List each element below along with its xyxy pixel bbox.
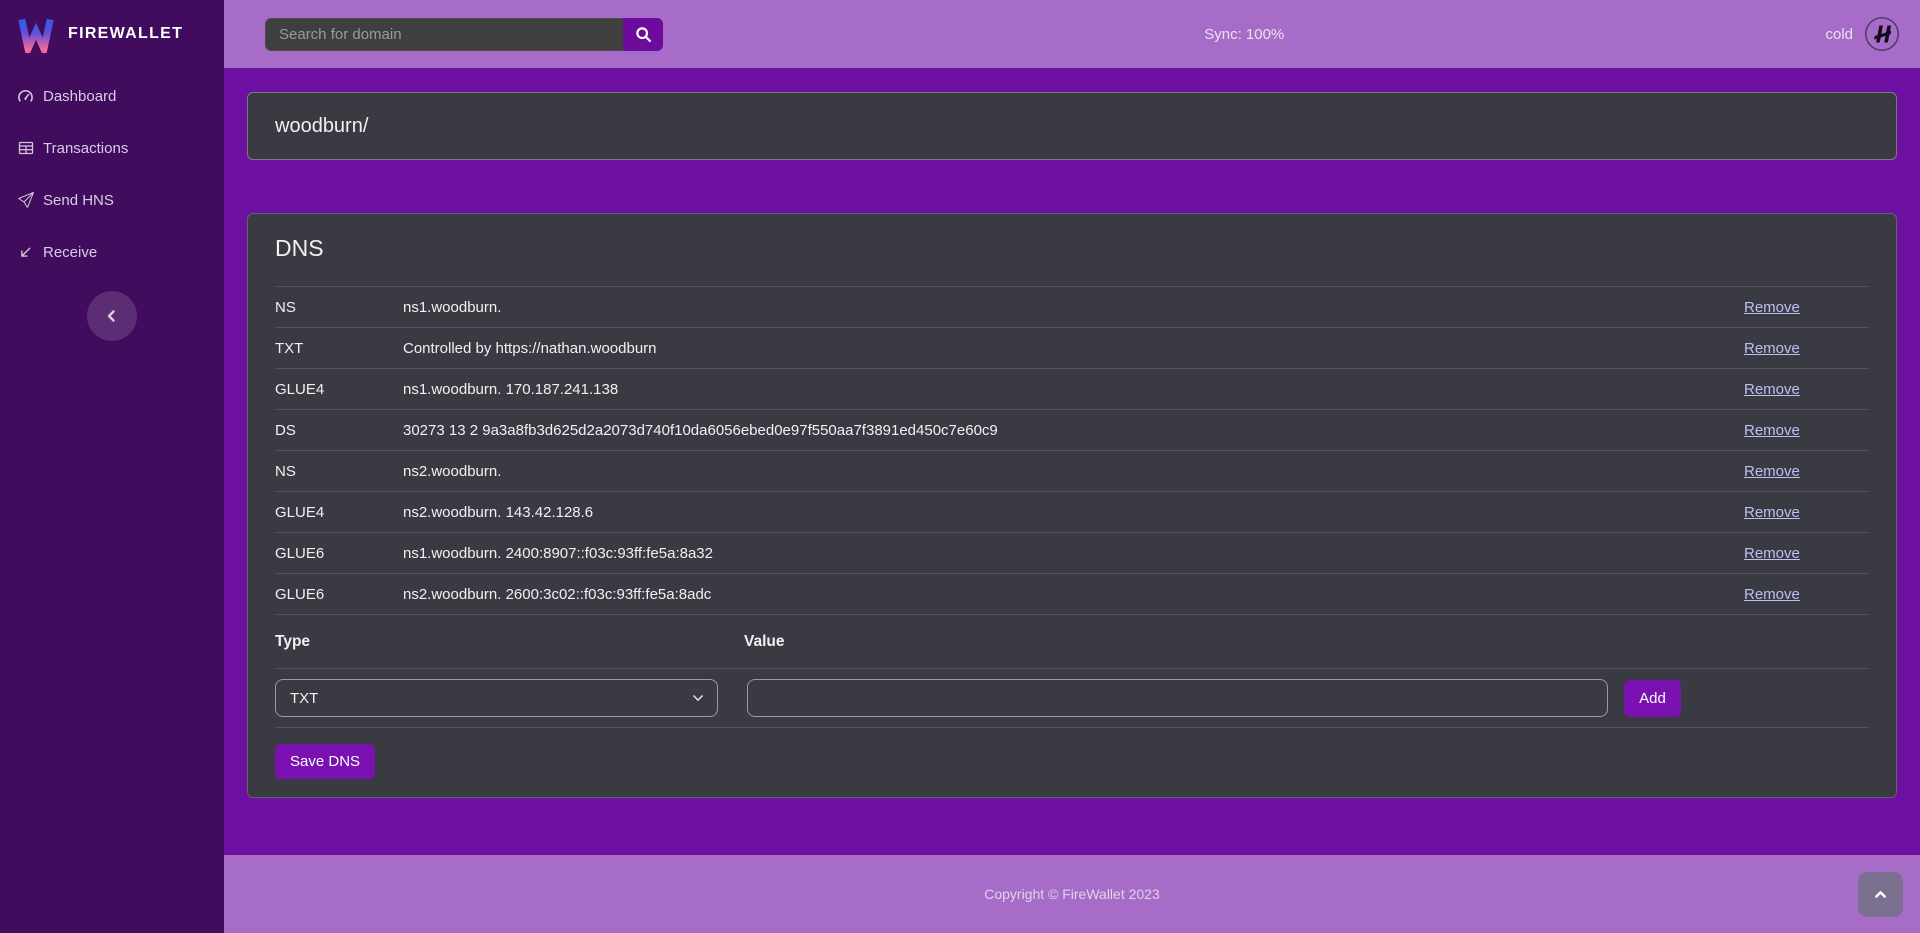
record-type: NS <box>275 299 403 316</box>
receive-icon <box>17 244 34 261</box>
record-type: GLUE4 <box>275 504 403 521</box>
dns-record-row: DS 30273 13 2 9a3a8fb3d625d2a2073d740f10… <box>275 410 1869 451</box>
dns-record-row: NS ns2.woodburn. Remove <box>275 451 1869 492</box>
main-content: woodburn/ DNS NS ns1.woodburn. Remove TX… <box>224 68 1920 855</box>
scroll-to-top-button[interactable] <box>1858 872 1903 917</box>
chevron-up-icon <box>1873 887 1888 902</box>
dns-records-table: NS ns1.woodburn. Remove TXT Controlled b… <box>275 286 1869 615</box>
search-input[interactable] <box>265 18 623 51</box>
remove-link[interactable]: Remove <box>1744 299 1800 316</box>
sidebar-item-transactions[interactable]: Transactions <box>0 122 224 174</box>
topbar: Sync: 100% cold <box>224 0 1920 68</box>
remove-link[interactable]: Remove <box>1744 422 1800 439</box>
dns-section-title: DNS <box>275 214 1869 286</box>
record-type-select[interactable]: TXT <box>275 679 718 717</box>
dns-record-row: GLUE4 ns1.woodburn. 170.187.241.138 Remo… <box>275 369 1869 410</box>
record-type: TXT <box>275 340 403 357</box>
content-column: Sync: 100% cold woodburn/ DNS <box>224 0 1920 933</box>
record-type: GLUE4 <box>275 381 403 398</box>
record-value-input[interactable] <box>747 679 1608 717</box>
send-icon <box>17 192 34 209</box>
sidebar-item-dashboard[interactable]: Dashboard <box>0 70 224 122</box>
record-value: ns2.woodburn. <box>403 463 1744 480</box>
sidebar-item-label: Dashboard <box>43 88 116 105</box>
record-value: ns1.woodburn. <box>403 299 1744 316</box>
search-icon <box>635 26 652 43</box>
add-record-button[interactable]: Add <box>1624 680 1681 717</box>
firewallet-logo-icon <box>17 16 55 53</box>
sidebar-item-receive[interactable]: Receive <box>0 226 224 278</box>
record-type: DS <box>275 422 403 439</box>
remove-link[interactable]: Remove <box>1744 340 1800 357</box>
record-type: NS <box>275 463 403 480</box>
dns-record-row: TXT Controlled by https://nathan.woodbur… <box>275 328 1869 369</box>
dns-card: DNS NS ns1.woodburn. Remove TXT Controll… <box>247 213 1897 798</box>
dns-record-row: GLUE4 ns2.woodburn. 143.42.128.6 Remove <box>275 492 1869 533</box>
save-dns-button[interactable]: Save DNS <box>275 744 375 779</box>
value-column-header: Value <box>744 633 1869 651</box>
remove-link[interactable]: Remove <box>1744 586 1800 603</box>
dns-record-row: NS ns1.woodburn. Remove <box>275 287 1869 328</box>
record-type-select-wrap: TXT <box>275 679 718 717</box>
record-value: Controlled by https://nathan.woodburn <box>403 340 1744 357</box>
record-value: ns2.woodburn. 2600:3c02::f03c:93ff:fe5a:… <box>403 586 1744 603</box>
record-value: 30273 13 2 9a3a8fb3d625d2a2073d740f10da6… <box>403 422 1744 439</box>
handshake-logo-icon[interactable] <box>1864 16 1900 52</box>
brand-name: FIREWALLET <box>68 25 183 43</box>
sidebar-item-send-hns[interactable]: Send HNS <box>0 174 224 226</box>
remove-link[interactable]: Remove <box>1744 545 1800 562</box>
sidebar: FIREWALLET Dashboard Tran <box>0 0 224 933</box>
sidebar-item-label: Transactions <box>43 140 128 157</box>
sidebar-collapse-button[interactable] <box>87 291 137 341</box>
remove-link[interactable]: Remove <box>1744 463 1800 480</box>
type-column-header: Type <box>275 633 744 651</box>
wallet-mode-label: cold <box>1825 26 1853 43</box>
gauge-icon <box>17 88 34 105</box>
record-type: GLUE6 <box>275 586 403 603</box>
sidebar-item-label: Receive <box>43 244 97 261</box>
record-value: ns1.woodburn. 170.187.241.138 <box>403 381 1744 398</box>
dns-add-form: TXT Add <box>275 669 1869 728</box>
dns-record-row: GLUE6 ns1.woodburn. 2400:8907::f03c:93ff… <box>275 533 1869 574</box>
record-value: ns2.woodburn. 143.42.128.6 <box>403 504 1744 521</box>
sidebar-nav: Dashboard Transactions Send HNS <box>0 68 224 278</box>
brand: FIREWALLET <box>0 0 224 68</box>
chevron-left-icon <box>104 308 120 324</box>
record-value: ns1.woodburn. 2400:8907::f03c:93ff:fe5a:… <box>403 545 1744 562</box>
footer: Copyright © FireWallet 2023 <box>224 855 1920 933</box>
page-title: woodburn/ <box>275 115 368 138</box>
table-icon <box>17 140 34 157</box>
remove-link[interactable]: Remove <box>1744 504 1800 521</box>
domain-search <box>265 18 663 51</box>
sidebar-item-label: Send HNS <box>43 192 114 209</box>
remove-link[interactable]: Remove <box>1744 381 1800 398</box>
sync-status: Sync: 100% <box>1204 26 1284 43</box>
search-button[interactable] <box>623 18 663 51</box>
copyright-text: Copyright © FireWallet 2023 <box>984 886 1160 902</box>
domain-title-card: woodburn/ <box>247 92 1897 160</box>
dns-form-header: Type Value <box>275 615 1869 669</box>
dns-record-row: GLUE6 ns2.woodburn. 2600:3c02::f03c:93ff… <box>275 574 1869 615</box>
record-type: GLUE6 <box>275 545 403 562</box>
